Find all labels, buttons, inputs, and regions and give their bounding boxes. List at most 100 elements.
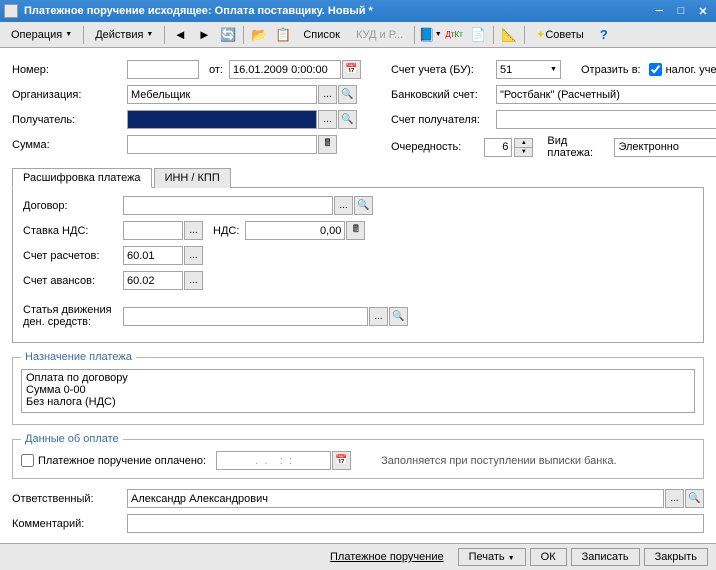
close-button[interactable]: ✕: [694, 4, 712, 18]
recipient-input[interactable]: [127, 110, 317, 129]
contract-search-icon[interactable]: 🔍: [354, 196, 373, 215]
movement-search-icon[interactable]: 🔍: [389, 307, 408, 326]
responsible-search-icon[interactable]: 🔍: [685, 489, 704, 508]
org-label: Организация:: [12, 89, 127, 101]
report-icon[interactable]: 📄: [467, 25, 489, 45]
vat-rate-label: Ставка НДС:: [23, 225, 123, 237]
calc-acc-select-button[interactable]: ...: [184, 246, 203, 265]
contract-label: Договор:: [23, 200, 123, 212]
recipient-acc-label: Счет получателя:: [391, 114, 496, 126]
tax-check-label: налог. учете: [666, 64, 716, 76]
sum-label: Сумма:: [12, 139, 127, 151]
ok-button[interactable]: ОК: [530, 548, 567, 566]
bank-label: Банковский счет:: [391, 89, 496, 101]
structure-icon[interactable]: 📂: [248, 25, 270, 45]
minimize-button[interactable]: ─: [650, 4, 668, 18]
settings-icon[interactable]: 📐: [498, 25, 520, 45]
order-label: Очередность:: [391, 141, 484, 153]
tab-inn-kpp[interactable]: ИНН / КПП: [154, 168, 231, 188]
form-content: Номер: от: 📅 Организация: ... 🔍 Получате…: [0, 48, 716, 543]
number-label: Номер:: [12, 64, 127, 76]
order-down-icon[interactable]: ▼: [514, 147, 533, 157]
footer-bar: Платежное поручение Печать ▼ ОК Записать…: [0, 543, 716, 570]
calendar-icon[interactable]: 📅: [342, 60, 361, 79]
calc-acc-input[interactable]: [123, 246, 183, 265]
paid-label: Платежное поручение оплачено:: [38, 455, 206, 467]
calc-acc-label: Счет расчетов:: [23, 250, 123, 262]
toolbar: Операция▼ Действия▼ ◄ ► 🔄 📂 📋 Список КУД…: [0, 22, 716, 48]
advance-acc-label: Счет авансов:: [23, 275, 123, 287]
responsible-label: Ответственный:: [12, 493, 127, 505]
post-icon[interactable]: 📋: [272, 25, 294, 45]
recipient-select-button[interactable]: ...: [318, 110, 337, 129]
org-select-button[interactable]: ...: [318, 85, 337, 104]
bank-input[interactable]: [496, 85, 716, 104]
maximize-button[interactable]: □: [672, 4, 690, 18]
tax-checkbox[interactable]: [649, 63, 662, 76]
org-input[interactable]: [127, 85, 317, 104]
operation-menu[interactable]: Операция▼: [4, 25, 79, 45]
nav-forward-icon[interactable]: ►: [193, 25, 215, 45]
recipient-acc-input[interactable]: [496, 110, 716, 129]
payment-type-input[interactable]: [614, 138, 716, 157]
ot-label: от:: [209, 64, 223, 76]
recipient-label: Получатель:: [12, 114, 127, 126]
payment-type-label: Вид платежа:: [547, 135, 608, 159]
payment-fieldset: Данные об оплате Платежное поручение опл…: [12, 433, 704, 479]
paid-date-input[interactable]: [216, 451, 331, 470]
responsible-input[interactable]: [127, 489, 664, 508]
kudir-button: КУД и Р...: [349, 25, 410, 45]
vat-input[interactable]: [245, 221, 345, 240]
app-icon: [4, 4, 18, 18]
paid-checkbox[interactable]: [21, 454, 34, 467]
purpose-legend: Назначение платежа: [21, 351, 136, 363]
paid-calendar-icon[interactable]: 📅: [332, 451, 351, 470]
number-input[interactable]: [127, 60, 199, 79]
advance-acc-input[interactable]: [123, 271, 183, 290]
tab-breakdown[interactable]: Расшифровка платежа: [12, 168, 152, 188]
sum-input[interactable]: [127, 135, 317, 154]
help-icon[interactable]: ?: [593, 25, 615, 45]
comment-label: Комментарий:: [12, 518, 127, 530]
date-input[interactable]: [229, 60, 341, 79]
responsible-select-button[interactable]: ...: [665, 489, 684, 508]
contract-select-button[interactable]: ...: [334, 196, 353, 215]
movement-input[interactable]: [123, 307, 368, 326]
advance-acc-select-button[interactable]: ...: [184, 271, 203, 290]
print-form-link[interactable]: Платежное поручение: [320, 549, 454, 565]
calc-icon[interactable]: 🖩: [318, 135, 337, 154]
org-search-icon[interactable]: 🔍: [338, 85, 357, 104]
tab-container: Расшифровка платежа ИНН / КПП Договор: .…: [12, 167, 704, 343]
nav-back-icon: ◄: [169, 25, 191, 45]
payment-legend: Данные об оплате: [21, 433, 123, 445]
account-label: Счет учета (БУ):: [391, 64, 496, 76]
list-button[interactable]: Список: [296, 25, 347, 45]
save-button[interactable]: Записать: [571, 548, 640, 566]
purpose-textarea[interactable]: Оплата по договору Сумма 0-00 Без налога…: [21, 369, 695, 413]
purpose-fieldset: Назначение платежа Оплата по договору Су…: [12, 351, 704, 425]
titlebar: Платежное поручение исходящее: Оплата по…: [0, 0, 716, 22]
contract-input[interactable]: [123, 196, 333, 215]
recipient-search-icon[interactable]: 🔍: [338, 110, 357, 129]
refresh-icon[interactable]: 🔄: [217, 25, 239, 45]
movement-label: Статья движения ден. средств:: [23, 304, 123, 328]
advice-button[interactable]: ✦ Советы: [529, 25, 591, 45]
comment-input[interactable]: [127, 514, 704, 533]
account-select[interactable]: 51▼: [496, 60, 561, 79]
go-icon[interactable]: 📘▼: [419, 25, 441, 45]
order-input[interactable]: [484, 138, 512, 157]
paid-checkbox-wrap[interactable]: Платежное поручение оплачено:: [21, 454, 206, 467]
movement-select-button[interactable]: ...: [369, 307, 388, 326]
vat-rate-input[interactable]: [123, 221, 183, 240]
vat-rate-select-button[interactable]: ...: [184, 221, 203, 240]
tax-checkbox-wrap[interactable]: налог. учете: [649, 63, 716, 76]
dtkt-icon[interactable]: ДтКт: [443, 25, 465, 45]
payment-hint: Заполняется при поступлении выписки банк…: [381, 455, 616, 467]
reflect-label: Отразить в:: [581, 64, 641, 76]
close-form-button[interactable]: Закрыть: [644, 548, 708, 566]
window-title: Платежное поручение исходящее: Оплата по…: [24, 5, 646, 17]
vat-calc-icon[interactable]: 🖩: [346, 221, 365, 240]
vat-label: НДС:: [213, 225, 239, 237]
print-button[interactable]: Печать ▼: [458, 548, 526, 566]
actions-menu[interactable]: Действия▼: [88, 25, 160, 45]
